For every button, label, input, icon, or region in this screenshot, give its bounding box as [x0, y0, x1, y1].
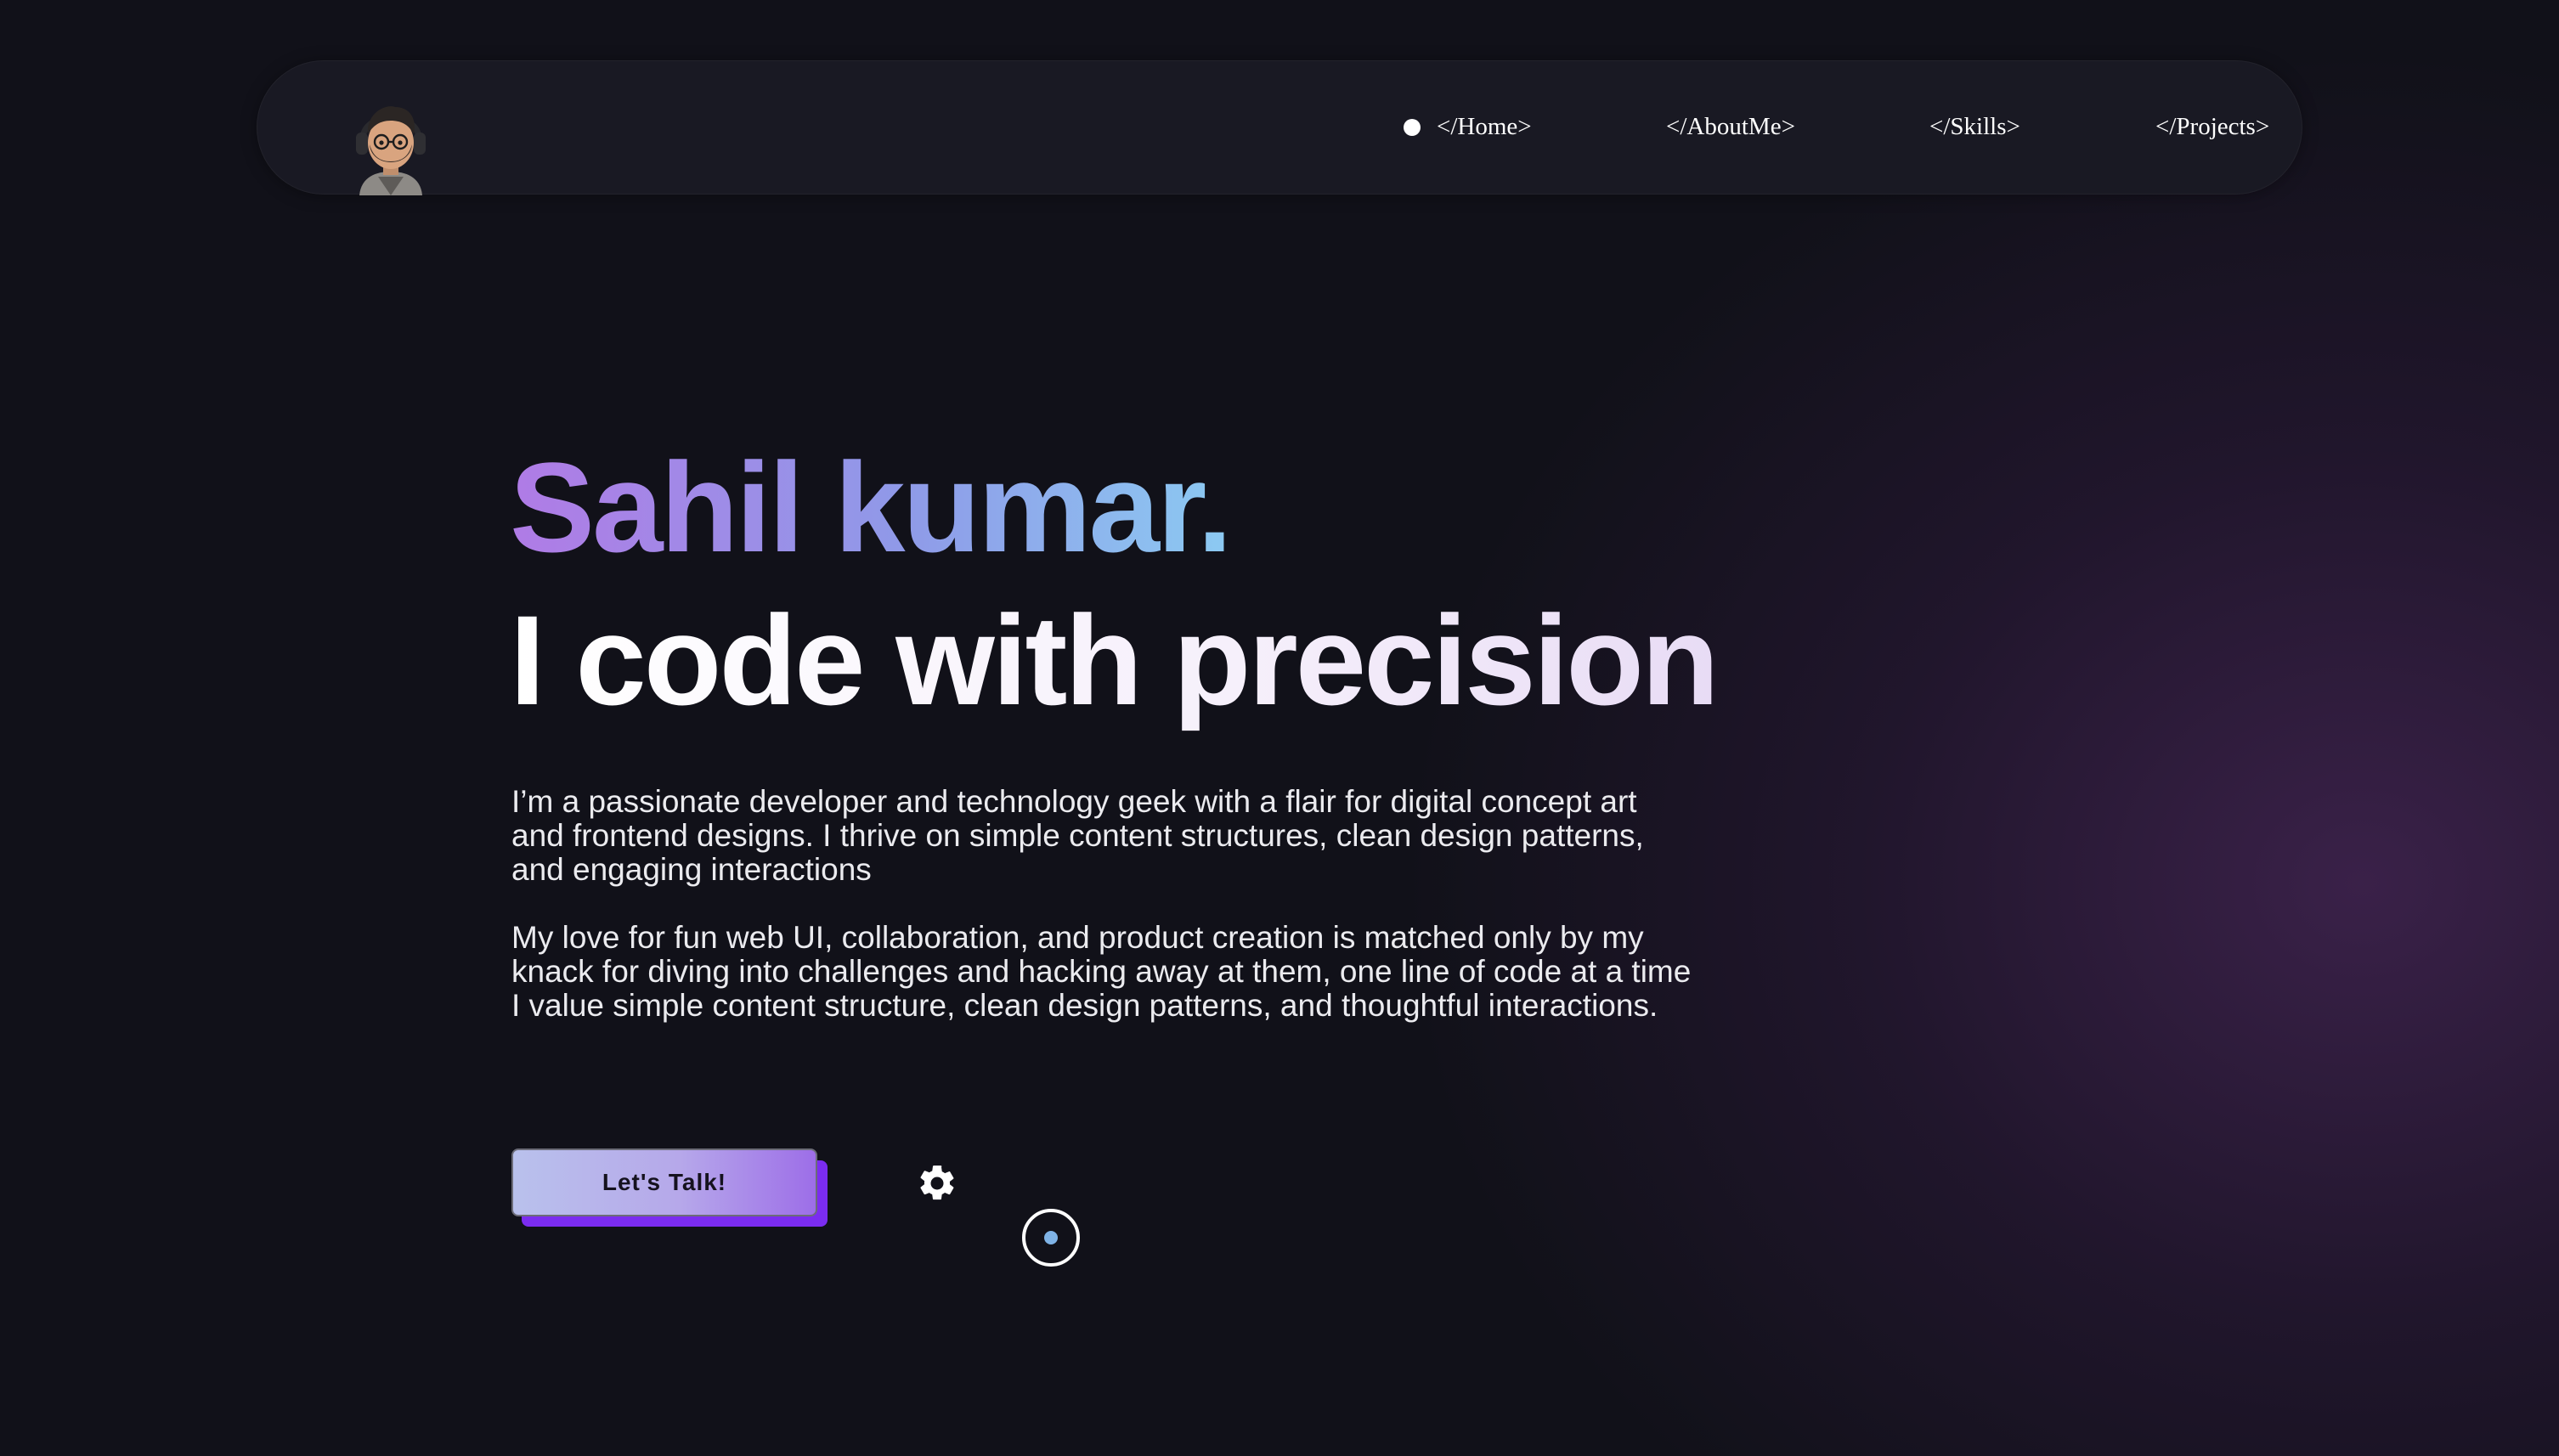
gear-icon[interactable] [916, 1162, 958, 1205]
hero-headline: I code with precision [510, 589, 1720, 731]
lets-talk-button[interactable]: Let's Talk! [511, 1148, 817, 1216]
scroll-indicator-icon[interactable] [1022, 1209, 1080, 1267]
nav-link-projects[interactable]: </Projects> [2155, 112, 2269, 141]
bio-paragraph-2: My love for fun web UI, collaboration, a… [511, 920, 1692, 1023]
cta-container: Let's Talk! [511, 1148, 828, 1227]
scroll-indicator-dot [1044, 1231, 1058, 1244]
hero-name: Sahil kumar. [510, 436, 1233, 578]
memoji-avatar-icon[interactable] [353, 95, 429, 195]
active-dot-icon [1404, 119, 1421, 136]
nav-link-skills[interactable]: </Skills> [1929, 112, 2020, 141]
nav-link-home[interactable]: </Home> [1437, 112, 1532, 141]
bio-paragraph-1: I’m a passionate developer and technolog… [511, 784, 1644, 887]
navbar: </Home> </AboutMe> </Skills> </Projects> [257, 60, 2302, 195]
nav-link-aboutme[interactable]: </AboutMe> [1666, 112, 1795, 141]
